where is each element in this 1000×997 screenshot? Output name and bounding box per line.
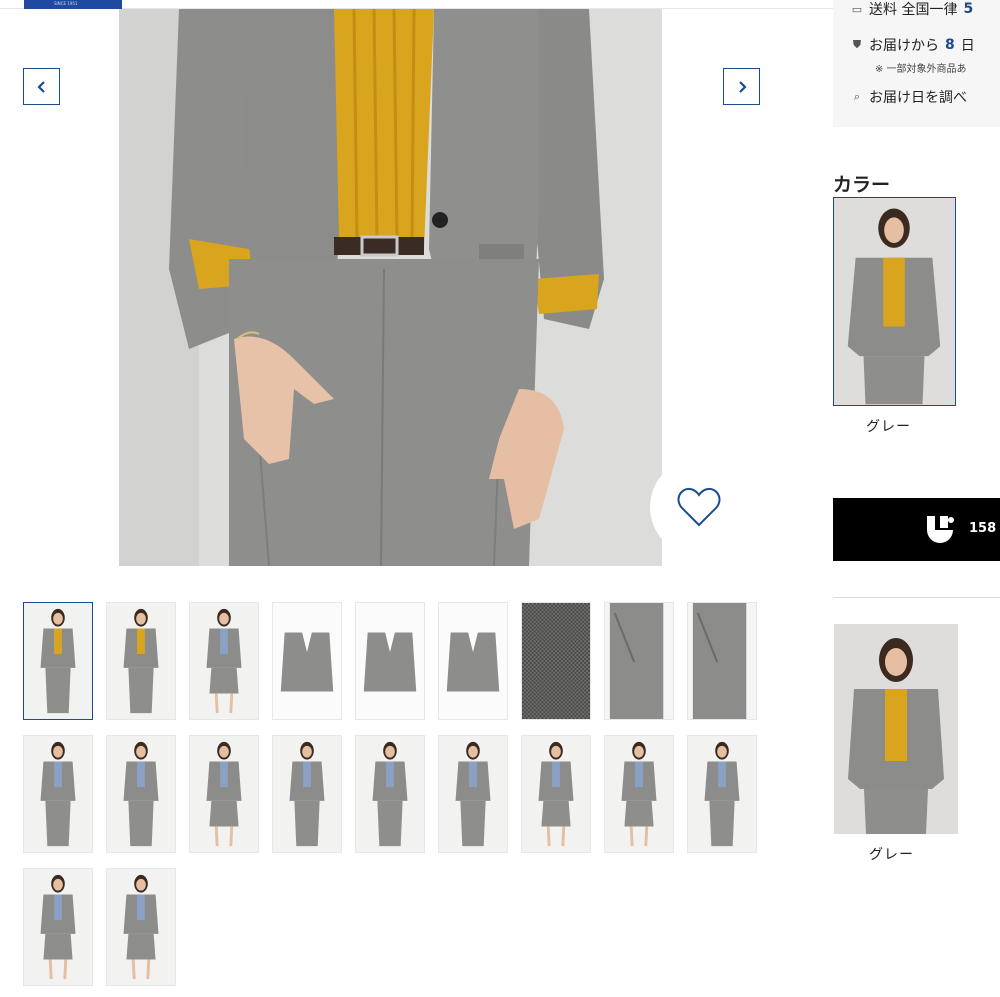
thumbnail-4[interactable] [272, 602, 342, 720]
thumbnail-image [107, 603, 175, 719]
shipping-note: ※ 一部対象外商品あ [875, 64, 967, 75]
thumbnail-12[interactable] [189, 735, 259, 853]
main-product-image [119, 9, 662, 566]
thumbnail-image [190, 603, 258, 719]
thumbnail-image [605, 603, 673, 719]
site-logo[interactable]: SINCE 1951 [24, 0, 122, 9]
recommended-item-label: グレー [869, 847, 914, 863]
shipping-info: ▭ 送料 全国一律 5 ⛊ お届けから 8 日 ※ 一部対象外商品あ ⌕ お届け日… [833, 0, 1000, 127]
product-page: SINCE 1951 ▭ 送料 全国一律 5 ⛊ お届けから 8 日 ※ 一部対… [0, 0, 1000, 997]
app-banner[interactable]: 158 [833, 498, 1000, 561]
model-photo [119, 9, 662, 566]
thumbnail-image [356, 603, 424, 719]
thumbnail-image [522, 736, 590, 852]
thumbnail-image [688, 603, 756, 719]
thumbnail-3[interactable] [189, 602, 259, 720]
thumbnail-5[interactable] [355, 602, 425, 720]
thumbnail-13[interactable] [272, 735, 342, 853]
delivery-days-row: ⛊ お届けから 8 日 [852, 37, 975, 54]
color-heading: カラー [833, 174, 891, 196]
thumbnail-9[interactable] [687, 602, 757, 720]
thumbnail-16[interactable] [521, 735, 591, 853]
chevron-right-icon [738, 80, 747, 93]
truck-icon: ▭ [851, 2, 863, 16]
next-image-button[interactable] [723, 68, 760, 105]
search-icon: ⌕ [853, 90, 861, 103]
thumbnail-14[interactable] [355, 735, 425, 853]
thumbnail-image [107, 869, 175, 985]
thumbnail-19[interactable] [23, 868, 93, 986]
favorite-button[interactable] [650, 458, 748, 556]
thumbnail-image [605, 736, 673, 852]
thumbnail-image [273, 603, 341, 719]
thumbnail-2[interactable] [106, 602, 176, 720]
thumbnail-8[interactable] [604, 602, 674, 720]
thumbnail-18[interactable] [687, 735, 757, 853]
thumbnail-image [688, 736, 756, 852]
shipping-fee-row: ▭ 送料 全国一律 5 [851, 1, 974, 18]
prev-image-button[interactable] [23, 68, 60, 105]
delivery-date-link[interactable]: ⌕ お届け日を調べ [851, 87, 967, 107]
color-swatch-gray[interactable] [833, 197, 956, 406]
thumbnail-image [439, 736, 507, 852]
shield-icon: ⛊ [852, 38, 862, 51]
thumbnail-17[interactable] [604, 735, 674, 853]
app-logo-icon [927, 516, 954, 543]
thumbnail-image [107, 736, 175, 852]
thumbnail-10[interactable] [23, 735, 93, 853]
thumbnail-image [356, 736, 424, 852]
divider [833, 597, 1000, 598]
thumbnail-image [522, 603, 590, 719]
thumbnail-image [439, 603, 507, 719]
thumbnail-11[interactable] [106, 735, 176, 853]
thumbnail-image [24, 603, 92, 719]
recommended-item-image[interactable] [834, 624, 958, 834]
thumbnail-6[interactable] [438, 602, 508, 720]
thumbnail-7[interactable] [521, 602, 591, 720]
thumbnail-image [24, 736, 92, 852]
thumbnail-20[interactable] [106, 868, 176, 986]
thumbnail-image [24, 869, 92, 985]
heart-icon [677, 487, 721, 527]
thumbnail-15[interactable] [438, 735, 508, 853]
thumbnail-1[interactable] [23, 602, 93, 720]
chevron-left-icon [36, 80, 45, 93]
thumbnail-image [273, 736, 341, 852]
recommended-photo [834, 624, 958, 834]
thumbnail-image [190, 736, 258, 852]
app-count: 158 [969, 521, 997, 536]
swatch-photo [834, 198, 955, 405]
color-option-label: グレー [866, 419, 911, 435]
